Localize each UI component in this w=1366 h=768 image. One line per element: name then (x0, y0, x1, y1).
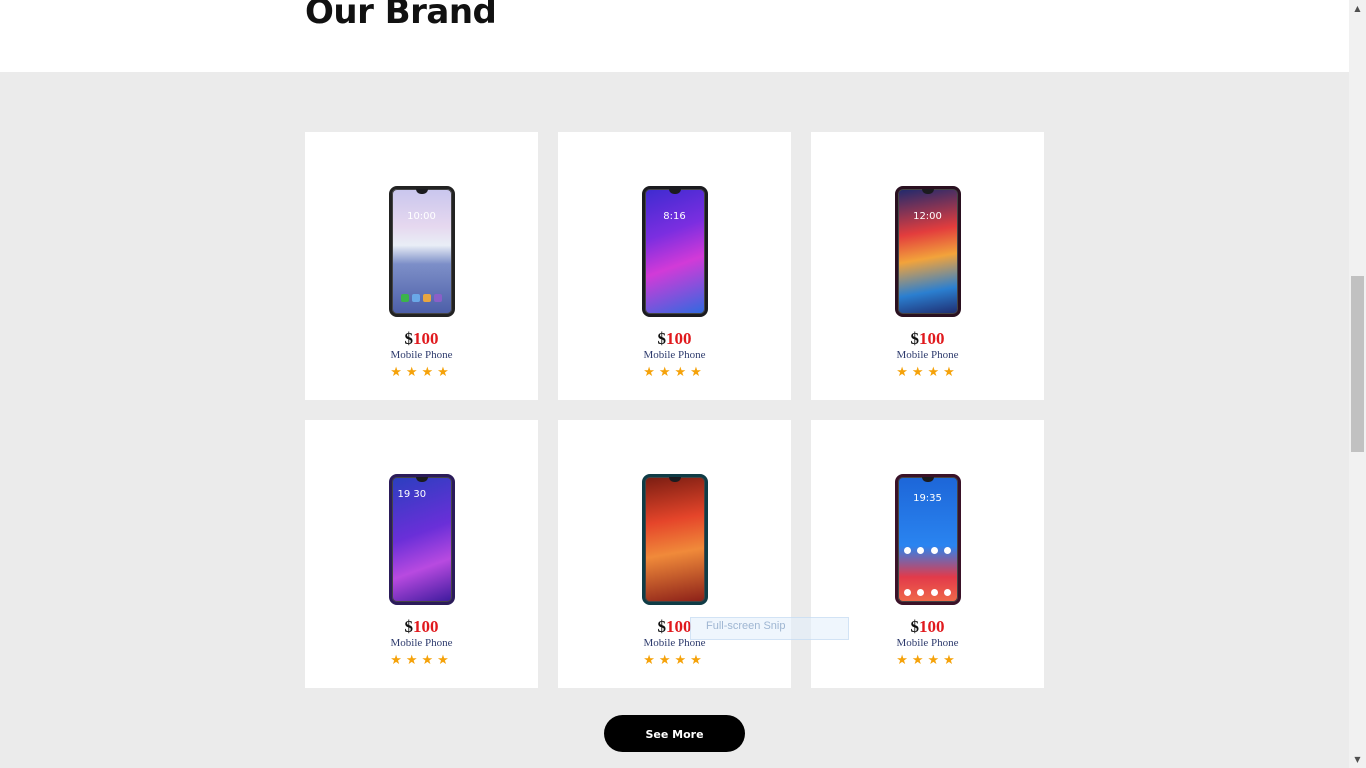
product-name: Mobile Phone (896, 349, 959, 361)
price-amount: 100 (666, 329, 692, 348)
product-card[interactable]: 12:00 $100 Mobile Phone ★★★★ (811, 132, 1044, 400)
product-price: $100 (558, 329, 791, 349)
phone-clock: 19 30 (397, 489, 427, 500)
product-price: $100 (305, 617, 538, 637)
app-icon-row (903, 589, 952, 596)
phone-clock: 19:35 (913, 493, 942, 504)
product-price: $100 (811, 329, 1044, 349)
star-rating: ★★★★ (390, 365, 453, 380)
price-amount: 100 (413, 617, 439, 636)
app-icon-row (903, 547, 952, 554)
phone-notch (415, 477, 428, 482)
star-rating: ★★★★ (643, 653, 706, 668)
section-title: Our Brand (305, 0, 497, 32)
product-image-wrap: 19:35 (811, 474, 1044, 606)
star-rating: ★★★★ (643, 365, 706, 380)
product-name: Mobile Phone (390, 637, 453, 649)
phone-notch (921, 477, 934, 482)
see-more-button[interactable]: See More (604, 715, 745, 752)
product-card[interactable]: $100 Mobile Phone ★★★★ (558, 420, 791, 688)
product-name: Mobile Phone (643, 349, 706, 361)
phone-clock: 8:16 (663, 211, 686, 222)
phone-purple-image[interactable]: 8:16 (641, 186, 708, 317)
star-rating: ★★★★ (390, 653, 453, 668)
product-card[interactable]: 19 30 $100 Mobile Phone ★★★★ (305, 420, 538, 688)
phone-blue-red-image[interactable]: 19:35 (894, 474, 961, 605)
product-image-wrap: 10:00 (305, 186, 538, 318)
price-currency: $ (910, 617, 920, 636)
snip-tooltip-label: Full-screen Snip (706, 620, 786, 632)
phone-clock: 10:00 (407, 211, 436, 222)
header-band: Our Brand (0, 0, 1349, 72)
product-card[interactable]: 19:35 $100 Mobile Phone ★★★★ (811, 420, 1044, 688)
product-name: Mobile Phone (390, 349, 453, 361)
scrollbar-thumb[interactable] (1351, 276, 1364, 452)
product-image-wrap: 8:16 (558, 186, 791, 318)
price-currency: $ (910, 329, 920, 348)
phone-violet-image[interactable]: 19 30 (388, 474, 455, 605)
phone-notch (668, 477, 681, 482)
price-amount: 100 (666, 617, 692, 636)
price-amount: 100 (413, 329, 439, 348)
phone-notch (415, 189, 428, 194)
price-currency: $ (404, 617, 414, 636)
phone-clock: 12:00 (913, 211, 942, 222)
price-amount: 100 (919, 617, 945, 636)
price-currency: $ (404, 329, 414, 348)
phone-notch (668, 189, 681, 194)
star-rating: ★★★★ (896, 653, 959, 668)
star-rating: ★★★★ (896, 365, 959, 380)
product-card[interactable]: 10:00 $100 Mobile Phone ★★★★ (305, 132, 538, 400)
phone-colorful-image[interactable]: 12:00 (894, 186, 961, 317)
vertical-scrollbar[interactable]: ▲ ▼ (1349, 0, 1366, 768)
price-currency: $ (657, 617, 667, 636)
scroll-down-arrow-icon[interactable]: ▼ (1349, 751, 1366, 768)
phone-silver-image[interactable]: 10:00 (388, 186, 455, 317)
scroll-up-arrow-icon[interactable]: ▲ (1349, 0, 1366, 17)
phone-dock (396, 294, 448, 304)
product-image-wrap (558, 474, 791, 606)
product-image-wrap: 19 30 (305, 474, 538, 606)
phone-notch (921, 189, 934, 194)
price-amount: 100 (919, 329, 945, 348)
price-currency: $ (657, 329, 667, 348)
page: Our Brand 10:00 $100 Mobile Phone ★★★★ 8… (0, 0, 1349, 768)
phone-red-teal-image[interactable] (641, 474, 708, 605)
product-price: $100 (305, 329, 538, 349)
product-card[interactable]: 8:16 $100 Mobile Phone ★★★★ (558, 132, 791, 400)
product-image-wrap: 12:00 (811, 186, 1044, 318)
